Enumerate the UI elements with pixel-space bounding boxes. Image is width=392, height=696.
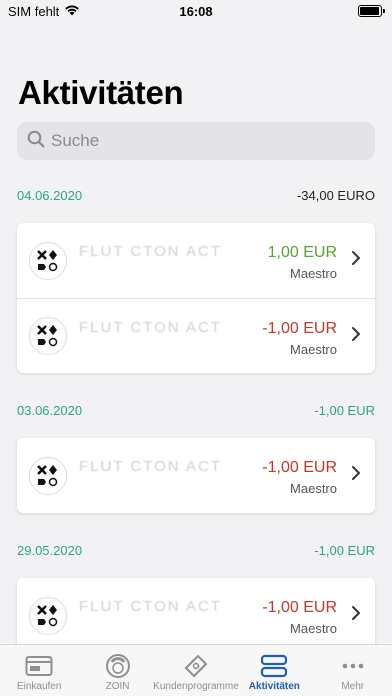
more-icon <box>342 651 364 681</box>
payment-card-type: Maestro <box>290 342 337 357</box>
merchant-logo-icon <box>29 456 67 495</box>
search-input[interactable] <box>51 131 351 151</box>
tab-label: Aktivitäten <box>248 681 300 692</box>
tab-zoin[interactable]: ZOIN <box>79 645 157 692</box>
group-header: 04.06.2020 -34,00 EURO <box>17 188 375 203</box>
transaction-amount: -1,00 EUR <box>262 320 337 337</box>
tab-label: Mehr <box>341 681 365 692</box>
merchant-logo-icon <box>29 596 67 635</box>
payment-card-type: Maestro <box>290 621 337 636</box>
wifi-icon <box>64 4 80 19</box>
chevron-right-icon <box>351 326 361 347</box>
chevron-right-icon <box>351 605 361 626</box>
merchant-logo-icon <box>29 317 67 355</box>
merchant-name: FLUT CTON ACT <box>79 598 222 615</box>
page-title: Aktivitäten <box>18 74 184 111</box>
card-icon <box>25 651 53 681</box>
group-total: -34,00 EURO <box>296 188 375 203</box>
transaction-amount: -1,00 EUR <box>262 459 337 476</box>
search-icon <box>27 130 45 153</box>
ticket-icon <box>182 651 210 681</box>
transaction-card: FLUT CTON ACT -1,00 EUR Maestro <box>17 438 375 513</box>
activity-icon <box>260 651 288 681</box>
transaction-row[interactable]: FLUT CTON ACT 1,00 EUR Maestro <box>17 223 375 298</box>
tab-mehr[interactable]: Mehr <box>314 645 392 692</box>
chevron-right-icon <box>351 250 361 271</box>
group-date: 03.06.2020 <box>17 403 83 418</box>
payment-card-type: Maestro <box>290 266 337 281</box>
tab-bar: Einkaufen ZOIN Kundenprogramme Aktivität… <box>0 644 392 696</box>
group-date: 29.05.2020 <box>17 543 83 558</box>
tab-label: Kundenprogramme <box>153 681 239 692</box>
merchant-name: FLUT CTON ACT <box>79 458 222 475</box>
group-total: -1,00 EUR <box>314 403 375 418</box>
merchant-name: FLUT CTON ACT <box>79 319 222 336</box>
merchant-logo-icon <box>29 241 67 280</box>
transaction-card: FLUT CTON ACT -1,00 EUR Maestro <box>17 578 375 653</box>
merchant-name: FLUT CTON ACT <box>79 243 222 260</box>
group-header: 29.05.2020 -1,00 EUR <box>17 543 375 558</box>
transaction-row[interactable]: FLUT CTON ACT -1,00 EUR Maestro <box>17 578 375 653</box>
group-header: 03.06.2020 -1,00 EUR <box>17 403 375 418</box>
tab-kundenprogramme[interactable]: Kundenprogramme <box>153 645 239 692</box>
tab-aktivitaeten[interactable]: Aktivitäten <box>235 645 313 692</box>
group-total: -1,00 EUR <box>314 543 375 558</box>
group-date: 04.06.2020 <box>17 188 83 203</box>
transaction-card: FLUT CTON ACT 1,00 EUR Maestro FLUT CTON… <box>17 223 375 373</box>
chevron-right-icon <box>351 465 361 486</box>
status-bar: SIM fehlt 16:08 <box>0 0 392 22</box>
search-bar[interactable] <box>17 122 375 160</box>
transaction-amount: 1,00 EUR <box>267 244 337 261</box>
transaction-row[interactable]: FLUT CTON ACT -1,00 EUR Maestro <box>17 298 375 373</box>
tab-label: ZOIN <box>105 681 130 692</box>
payment-card-type: Maestro <box>290 481 337 496</box>
tab-label: Einkaufen <box>16 681 62 692</box>
battery-icon <box>358 5 385 17</box>
transaction-amount: -1,00 EUR <box>262 599 337 616</box>
tab-einkaufen[interactable]: Einkaufen <box>0 645 78 692</box>
carrier-label: SIM fehlt <box>8 3 60 19</box>
transaction-row[interactable]: FLUT CTON ACT -1,00 EUR Maestro <box>17 438 375 513</box>
zoin-icon <box>105 651 131 681</box>
